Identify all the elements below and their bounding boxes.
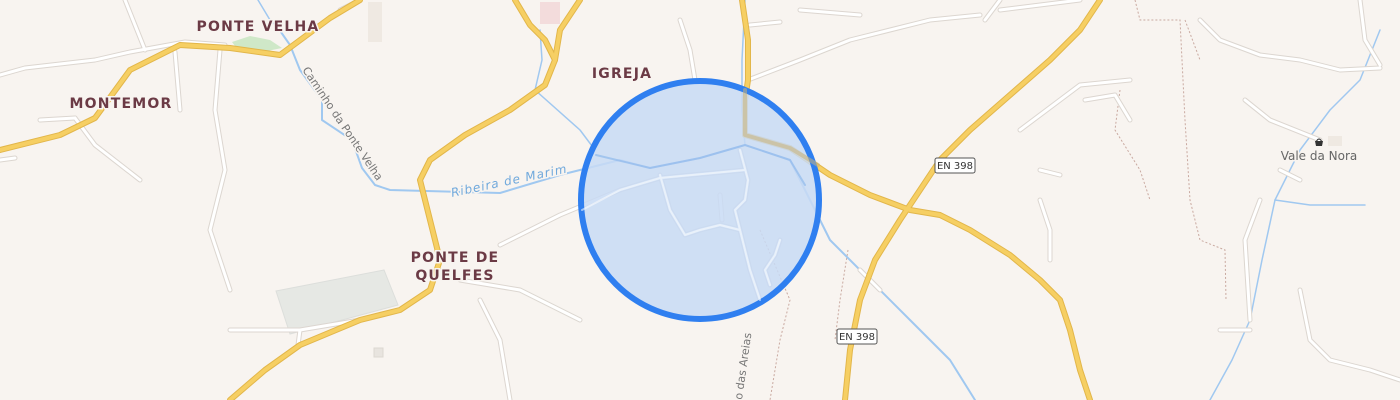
major-road-casing-layer <box>0 0 1103 400</box>
place-label-igreja[interactable]: IGREJA <box>590 65 652 84</box>
street-label-areias: o das Areias <box>732 332 754 400</box>
street-label-caminho-ponte-velha: Caminho da Ponte Velha <box>300 64 386 183</box>
building <box>540 2 560 24</box>
map-canvas[interactable]: EN 398 EN 398 Ribeira de Marim Caminho d… <box>0 0 1400 400</box>
track <box>1134 0 1227 301</box>
place-label-ponte-de-quelfes-line2[interactable]: QUELFES <box>414 267 495 286</box>
waterway-label-ribeira: Ribeira de Marim <box>450 162 569 200</box>
stream <box>1209 29 1381 400</box>
location-accuracy-circle[interactable] <box>578 78 822 322</box>
minor-road <box>998 0 1082 12</box>
minor-road <box>746 13 982 82</box>
track <box>1184 19 1201 61</box>
map-svg[interactable]: EN 398 EN 398 Ribeira de Marim Caminho d… <box>0 0 1400 400</box>
stream <box>534 29 596 151</box>
stream <box>1274 199 1366 206</box>
poi-vale-da-nora[interactable]: Vale da Nora <box>1279 138 1359 165</box>
track-layer <box>759 0 1227 400</box>
building <box>1328 136 1342 146</box>
major-road-layer <box>0 0 1102 400</box>
building <box>368 2 382 42</box>
place-label-ponte-de-quelfes[interactable]: PONTE DE <box>409 249 500 268</box>
major-road <box>228 0 557 400</box>
road-shield-en398-bottom: EN 398 <box>836 328 878 345</box>
place-label-ponte-velha[interactable]: PONTE VELHA <box>195 18 320 37</box>
minor-road <box>1018 78 1132 132</box>
road-shield-label: EN 398 <box>839 332 875 343</box>
road-shield-label: EN 398 <box>937 161 973 172</box>
minor-road <box>123 0 147 52</box>
track <box>834 249 849 341</box>
road-shield-en398-top: EN 398 <box>934 157 976 174</box>
place-label-montemor[interactable]: MONTEMOR <box>68 95 173 114</box>
minor-road <box>0 156 17 162</box>
poi-label: Vale da Nora <box>1281 149 1358 163</box>
minor-road <box>1298 288 1400 382</box>
minor-road <box>38 116 77 122</box>
building <box>373 347 384 358</box>
